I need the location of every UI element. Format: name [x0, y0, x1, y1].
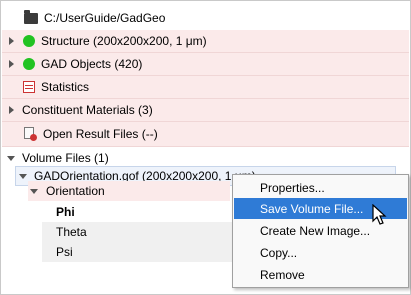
- tree-item-structure[interactable]: Structure (200x200x200, 1 μm): [2, 30, 409, 53]
- param-row-psi[interactable]: Psi: [42, 242, 232, 262]
- menu-item-remove[interactable]: Remove: [234, 264, 407, 285]
- orientation-label: Orientation: [46, 184, 105, 198]
- menu-item-label: Remove: [260, 267, 305, 282]
- status-ok-icon: [23, 58, 35, 70]
- menu-item-label: Copy...: [260, 245, 298, 260]
- param-label: Phi: [56, 205, 75, 219]
- tree-item-label: Open Result Files (--): [43, 127, 158, 141]
- param-label: Theta: [56, 225, 87, 239]
- chevron-down-icon[interactable]: [30, 186, 40, 196]
- tree-item-label: GAD Objects (420): [41, 57, 143, 71]
- menu-item-label: Properties...: [260, 180, 325, 195]
- mouse-pointer-icon: [372, 204, 387, 225]
- param-label: Psi: [56, 245, 73, 259]
- statistics-icon: [23, 81, 35, 93]
- tree-item-label: Volume Files (1): [22, 151, 109, 165]
- result-file-icon: [23, 127, 37, 141]
- chevron-right-icon[interactable]: [7, 36, 17, 46]
- tree-item-open-result-files[interactable]: Open Result Files (--): [2, 122, 409, 147]
- tree-item-label: Structure (200x200x200, 1 μm): [41, 34, 207, 48]
- root-path-label: C:/UserGuide/GadGeo: [44, 11, 166, 25]
- tree-item-gad-objects[interactable]: GAD Objects (420): [2, 53, 409, 76]
- param-row-phi[interactable]: Phi: [42, 202, 232, 222]
- chevron-right-icon[interactable]: [7, 59, 17, 69]
- orientation-row[interactable]: Orientation: [28, 181, 230, 201]
- menu-item-label: Create New Image...: [260, 223, 371, 238]
- tree-item-label: Constituent Materials (3): [22, 103, 153, 117]
- menu-item-properties[interactable]: Properties...: [234, 177, 407, 198]
- folder-icon: [24, 9, 38, 24]
- status-ok-icon: [23, 35, 35, 47]
- tree-item-statistics[interactable]: Statistics: [2, 76, 409, 99]
- param-row-theta[interactable]: Theta: [42, 222, 232, 242]
- root-path-row[interactable]: C:/UserGuide/GadGeo: [2, 7, 409, 29]
- chevron-down-icon[interactable]: [19, 171, 29, 181]
- context-menu: Properties... Save Volume File... Create…: [232, 174, 409, 288]
- menu-item-label: Save Volume File...: [260, 201, 364, 216]
- chevron-right-icon[interactable]: [7, 105, 17, 115]
- chevron-down-icon[interactable]: [7, 153, 17, 163]
- tree-item-label: Statistics: [41, 80, 90, 94]
- tree-item-constituent-materials[interactable]: Constituent Materials (3): [2, 99, 409, 122]
- menu-item-copy[interactable]: Copy...: [234, 242, 407, 263]
